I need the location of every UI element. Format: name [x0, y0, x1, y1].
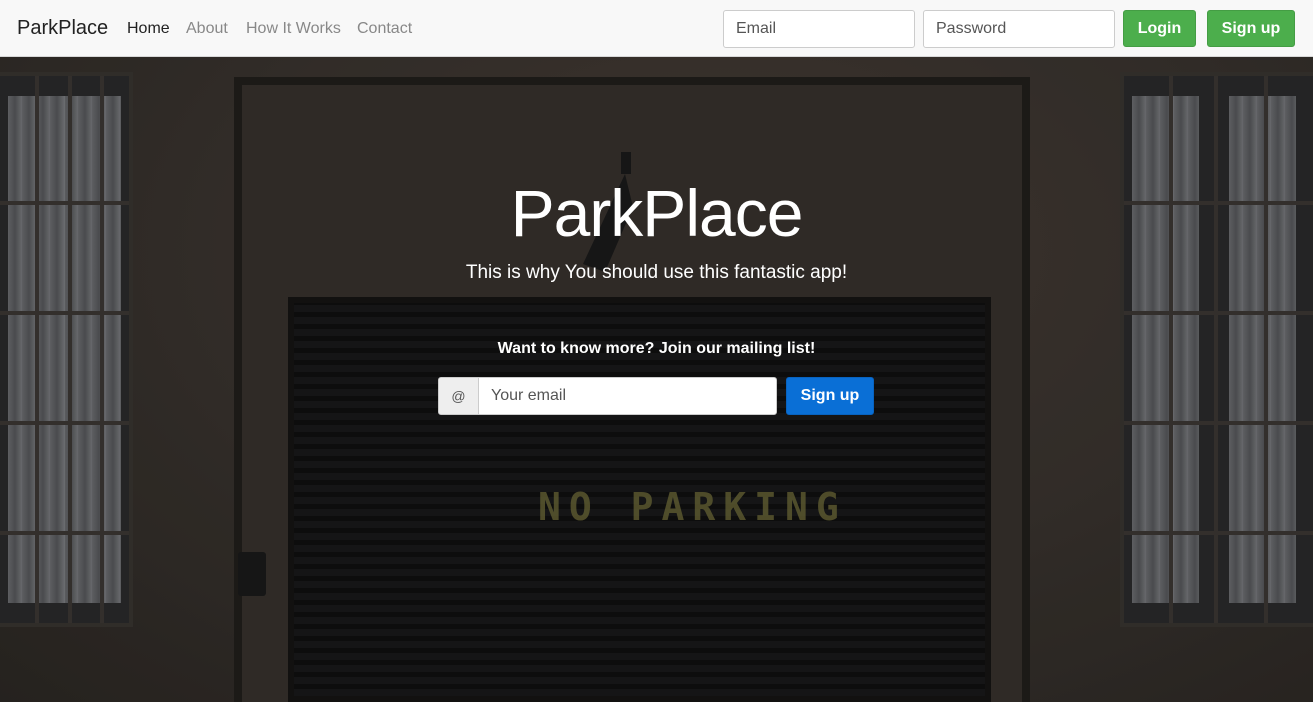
login-email-input[interactable] [723, 10, 915, 48]
mailing-signup-button[interactable]: Sign up [786, 377, 874, 415]
hero-subtitle: This is why You should use this fantasti… [465, 262, 848, 283]
login-password-input[interactable] [923, 10, 1115, 48]
navbar-signup-button[interactable]: Sign up [1207, 10, 1295, 47]
nav-link-contact[interactable]: Contact [357, 20, 412, 38]
brand-logo[interactable]: ParkPlace [17, 17, 108, 40]
mailing-list-prompt: Want to know more? Join our mailing list… [497, 340, 816, 357]
navbar: ParkPlace Home About How It Works Contac… [0, 0, 1313, 57]
login-button[interactable]: Login [1123, 10, 1196, 47]
hero-title: ParkPlace [510, 176, 804, 250]
nav-link-home[interactable]: Home [127, 20, 170, 38]
nav-link-about[interactable]: About [186, 20, 228, 38]
mailing-email-input[interactable] [478, 377, 777, 415]
nav-link-how-it-works[interactable]: How It Works [246, 20, 341, 38]
at-sign-addon: @ [438, 377, 479, 415]
